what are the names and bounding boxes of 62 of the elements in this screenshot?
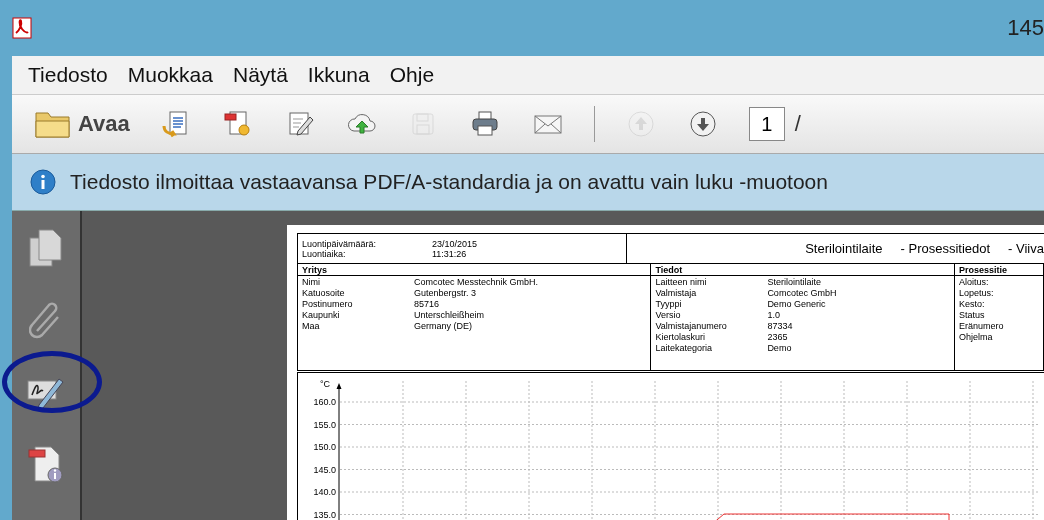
pages-icon[interactable]	[29, 229, 63, 267]
field-label: Kaupunki	[302, 310, 341, 321]
field-label: Laitekategoria	[655, 343, 713, 354]
menu-item[interactable]: Tiedosto	[20, 63, 116, 87]
window-title: 145	[1007, 15, 1044, 41]
tick-label: 140.0	[313, 487, 336, 497]
axis-unit: °C	[320, 379, 331, 389]
page-number-field[interactable]: 1	[748, 107, 785, 141]
tick-label: 155.0	[313, 419, 336, 430]
field-value: 11:31:26	[432, 248, 468, 259]
field-label: Katuosoite	[302, 288, 346, 299]
section-heading: Prosessitie	[955, 265, 1043, 276]
info-message: Tiedosto ilmoittaa vastaavansa PDF/A-standardia ja on avattu vain luku -muotoon	[70, 170, 828, 194]
tick-label: 150.0	[313, 442, 336, 452]
page-total: /	[794, 111, 801, 137]
field-label: Valmistaja	[655, 288, 698, 299]
field-value: Demo Generic	[767, 299, 827, 310]
pdf-logo-icon	[12, 17, 32, 39]
menu-item[interactable]: Ikkuna	[299, 63, 378, 87]
field-label: Aloitus:	[959, 277, 990, 288]
tick-label: 135.0	[313, 509, 336, 520]
field-label: Laitteen nimi	[655, 277, 708, 288]
field-value: 1.0	[767, 310, 781, 321]
field-value: 87334	[767, 321, 794, 332]
field-value: Comcotec GmbH	[767, 288, 838, 299]
report-title: Sterilointilaite	[805, 241, 883, 256]
field-label: Lopetus:	[959, 288, 995, 299]
folder-icon	[34, 109, 72, 139]
section-heading: Yritys	[298, 265, 651, 276]
section-heading: Tiedot	[651, 265, 954, 276]
field-label: Kiertolaskuri	[655, 332, 706, 343]
field-value: 85716	[414, 299, 441, 310]
report-title: - Prosessitiedot	[900, 241, 991, 256]
field-label: Maa	[302, 321, 321, 332]
menu-item[interactable]: Muokkaa	[119, 63, 221, 87]
field-label: Tyyppi	[655, 299, 683, 310]
field-label: Postinumero	[302, 299, 354, 310]
document-info-icon[interactable]	[28, 443, 64, 483]
field-label: Valmistajanumero	[655, 321, 728, 332]
field-label: Nimi	[302, 277, 321, 288]
field-label: Status	[959, 310, 986, 321]
open-button[interactable]: Avaa	[34, 109, 130, 139]
field-value: Unterschleißheim	[414, 310, 486, 321]
tick-label: 160.0	[313, 397, 336, 407]
info-icon	[30, 169, 56, 195]
field-label: Versio	[655, 310, 682, 321]
menu-item[interactable]: Ohje	[381, 63, 443, 87]
field-label: Kesto:	[959, 299, 986, 310]
field-label: Luontiaika:	[302, 248, 346, 259]
field-label: Ohjelma	[959, 332, 994, 343]
field-value: Gutenbergstr. 3	[414, 288, 478, 299]
field-value: 2365	[767, 332, 789, 343]
tick-label: 145.0	[313, 464, 336, 475]
menu-item[interactable]: Näytä	[225, 63, 296, 87]
field-label: Eränumero	[959, 321, 1005, 332]
report-title: - Viiva	[1008, 241, 1044, 256]
field-value: Comcotec Messtechnik GmbH.	[414, 277, 540, 288]
field-value: Demo	[767, 343, 793, 354]
field-label: Luontipäivämäärä:	[302, 238, 378, 249]
field-value: 23/10/2015	[432, 238, 479, 249]
field-value: Sterilointilaite	[767, 277, 822, 288]
field-value: Germany (DE)	[414, 321, 473, 332]
